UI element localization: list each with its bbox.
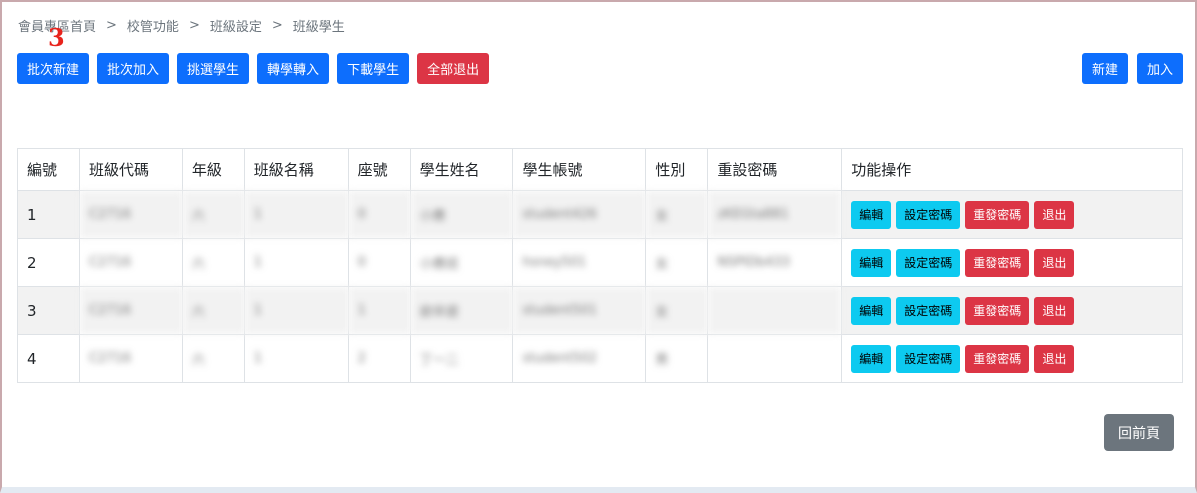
select-students-button[interactable]: 挑選學生 bbox=[177, 53, 250, 84]
table-row: 3 C2716 六 1 1 欲卒遊 student501 女 編輯 設定密碼 重… bbox=[17, 286, 1183, 335]
set-password-button[interactable]: 設定密碼 bbox=[896, 200, 961, 229]
cell-reset-password bbox=[707, 286, 843, 335]
breadcrumb-item-school-admin[interactable]: 校管功能 bbox=[127, 16, 179, 35]
cell-no: 4 bbox=[17, 334, 80, 383]
resend-password-button[interactable]: 重發密碼 bbox=[965, 200, 1030, 229]
resend-password-button[interactable]: 重發密碼 bbox=[965, 344, 1030, 373]
breadcrumb-separator: > bbox=[271, 18, 283, 33]
cell-class-code: C2716 bbox=[78, 286, 183, 335]
table-header-row: 編號 班級代碼 年級 班級名稱 座號 學生姓名 學生帳號 性別 重設密碼 功能操… bbox=[17, 148, 1183, 191]
exit-all-button[interactable]: 全部退出 bbox=[417, 53, 490, 84]
cell-class-name: 1 bbox=[243, 190, 349, 239]
header-actions: 功能操作 bbox=[841, 148, 1183, 191]
batch-add-button[interactable]: 批次加入 bbox=[97, 53, 170, 84]
cell-student-name: 小應 bbox=[409, 190, 514, 239]
cell-class-code: C2716 bbox=[78, 334, 183, 383]
cell-student-name: 小應班 bbox=[409, 238, 514, 287]
download-students-button[interactable]: 下載學生 bbox=[337, 53, 410, 84]
cell-grade: 六 bbox=[181, 190, 245, 239]
set-password-button[interactable]: 設定密碼 bbox=[896, 296, 961, 325]
cell-student-name: 欲卒遊 bbox=[409, 286, 514, 335]
exit-button[interactable]: 退出 bbox=[1034, 248, 1075, 277]
breadcrumb-separator: > bbox=[188, 18, 200, 33]
cell-seat: 1 bbox=[347, 286, 411, 335]
back-button[interactable]: 回前頁 bbox=[1104, 414, 1174, 451]
breadcrumb: 會員專區首頁 > 校管功能 > 班級設定 > 班級學生 bbox=[18, 16, 345, 35]
cell-reset-password bbox=[707, 334, 843, 383]
cell-actions: 編輯 設定密碼 重發密碼 退出 bbox=[841, 190, 1183, 239]
header-gender: 性別 bbox=[645, 148, 709, 191]
table-row: 1 C2716 六 1 0 小應 student426 女 zKEGta881 … bbox=[17, 190, 1183, 239]
cell-student-name: 丁一二 bbox=[409, 334, 514, 383]
cell-grade: 六 bbox=[181, 286, 245, 335]
toolbar-right: 新建 加入 bbox=[1081, 53, 1183, 84]
header-student-account: 學生帳號 bbox=[512, 148, 647, 191]
cell-class-code: C2716 bbox=[78, 190, 183, 239]
cell-class-code: C2716 bbox=[78, 238, 183, 287]
cell-class-name: 1 bbox=[243, 286, 349, 335]
cell-student-account: student426 bbox=[512, 190, 647, 239]
edit-button[interactable]: 編輯 bbox=[851, 344, 892, 373]
create-button[interactable]: 新建 bbox=[1081, 53, 1128, 84]
breadcrumb-separator: > bbox=[106, 18, 117, 33]
cell-seat: 0 bbox=[347, 238, 411, 287]
cell-seat: 2 bbox=[347, 334, 411, 383]
header-no: 編號 bbox=[17, 148, 80, 191]
cell-student-account: student502 bbox=[512, 334, 647, 383]
table-row: 4 C2716 六 1 2 丁一二 student502 男 編輯 設定密碼 重… bbox=[17, 334, 1183, 383]
cell-gender: 女 bbox=[645, 190, 709, 239]
cell-reset-password: zKEGta881 bbox=[707, 190, 843, 239]
add-button[interactable]: 加入 bbox=[1136, 53, 1183, 84]
exit-button[interactable]: 退出 bbox=[1034, 200, 1075, 229]
cell-no: 1 bbox=[17, 190, 80, 239]
cell-no: 3 bbox=[17, 286, 80, 335]
edit-button[interactable]: 編輯 bbox=[851, 200, 892, 229]
header-seat: 座號 bbox=[347, 148, 411, 191]
cell-student-account: student501 bbox=[512, 286, 647, 335]
set-password-button[interactable]: 設定密碼 bbox=[896, 344, 961, 373]
breadcrumb-item-class-students: 班級學生 bbox=[292, 20, 345, 35]
edit-button[interactable]: 編輯 bbox=[851, 296, 892, 325]
cell-student-account: hsney501 bbox=[512, 238, 647, 287]
resend-password-button[interactable]: 重發密碼 bbox=[965, 296, 1030, 325]
header-reset-password: 重設密碼 bbox=[707, 148, 843, 191]
cell-actions: 編輯 設定密碼 重發密碼 退出 bbox=[841, 334, 1183, 383]
cell-actions: 編輯 設定密碼 重發密碼 退出 bbox=[841, 238, 1183, 287]
header-grade: 年級 bbox=[181, 148, 245, 191]
cell-grade: 六 bbox=[181, 238, 245, 287]
table-row: 2 C2716 六 1 0 小應班 hsney501 女 NSPIDb433 編… bbox=[17, 238, 1183, 287]
header-class-name: 班級名稱 bbox=[243, 148, 349, 191]
cell-seat: 0 bbox=[347, 190, 411, 239]
step-annotation: 3 bbox=[48, 23, 65, 52]
cell-class-name: 1 bbox=[243, 238, 349, 287]
cell-grade: 六 bbox=[181, 334, 245, 383]
cell-class-name: 1 bbox=[243, 334, 349, 383]
toolbar-left: 批次新建 批次加入 挑選學生 轉學轉入 下載學生 全部退出 bbox=[17, 53, 490, 84]
exit-button[interactable]: 退出 bbox=[1034, 296, 1075, 325]
cell-reset-password: NSPIDb433 bbox=[707, 238, 843, 287]
cell-gender: 女 bbox=[645, 238, 709, 287]
header-student-name: 學生姓名 bbox=[409, 148, 514, 191]
set-password-button[interactable]: 設定密碼 bbox=[896, 248, 961, 277]
edit-button[interactable]: 編輯 bbox=[851, 248, 892, 277]
transfer-in-button[interactable]: 轉學轉入 bbox=[257, 53, 330, 84]
cell-gender: 男 bbox=[645, 334, 709, 383]
resend-password-button[interactable]: 重發密碼 bbox=[965, 248, 1030, 277]
batch-create-button[interactable]: 批次新建 bbox=[17, 53, 90, 84]
cell-actions: 編輯 設定密碼 重發密碼 退出 bbox=[841, 286, 1183, 335]
cell-no: 2 bbox=[17, 238, 80, 287]
students-table: 編號 班級代碼 年級 班級名稱 座號 學生姓名 學生帳號 性別 重設密碼 功能操… bbox=[17, 148, 1183, 383]
breadcrumb-item-class-settings[interactable]: 班級設定 bbox=[210, 16, 262, 35]
cell-gender: 女 bbox=[645, 286, 709, 335]
exit-button[interactable]: 退出 bbox=[1034, 344, 1075, 373]
header-class-code: 班級代碼 bbox=[78, 148, 183, 191]
